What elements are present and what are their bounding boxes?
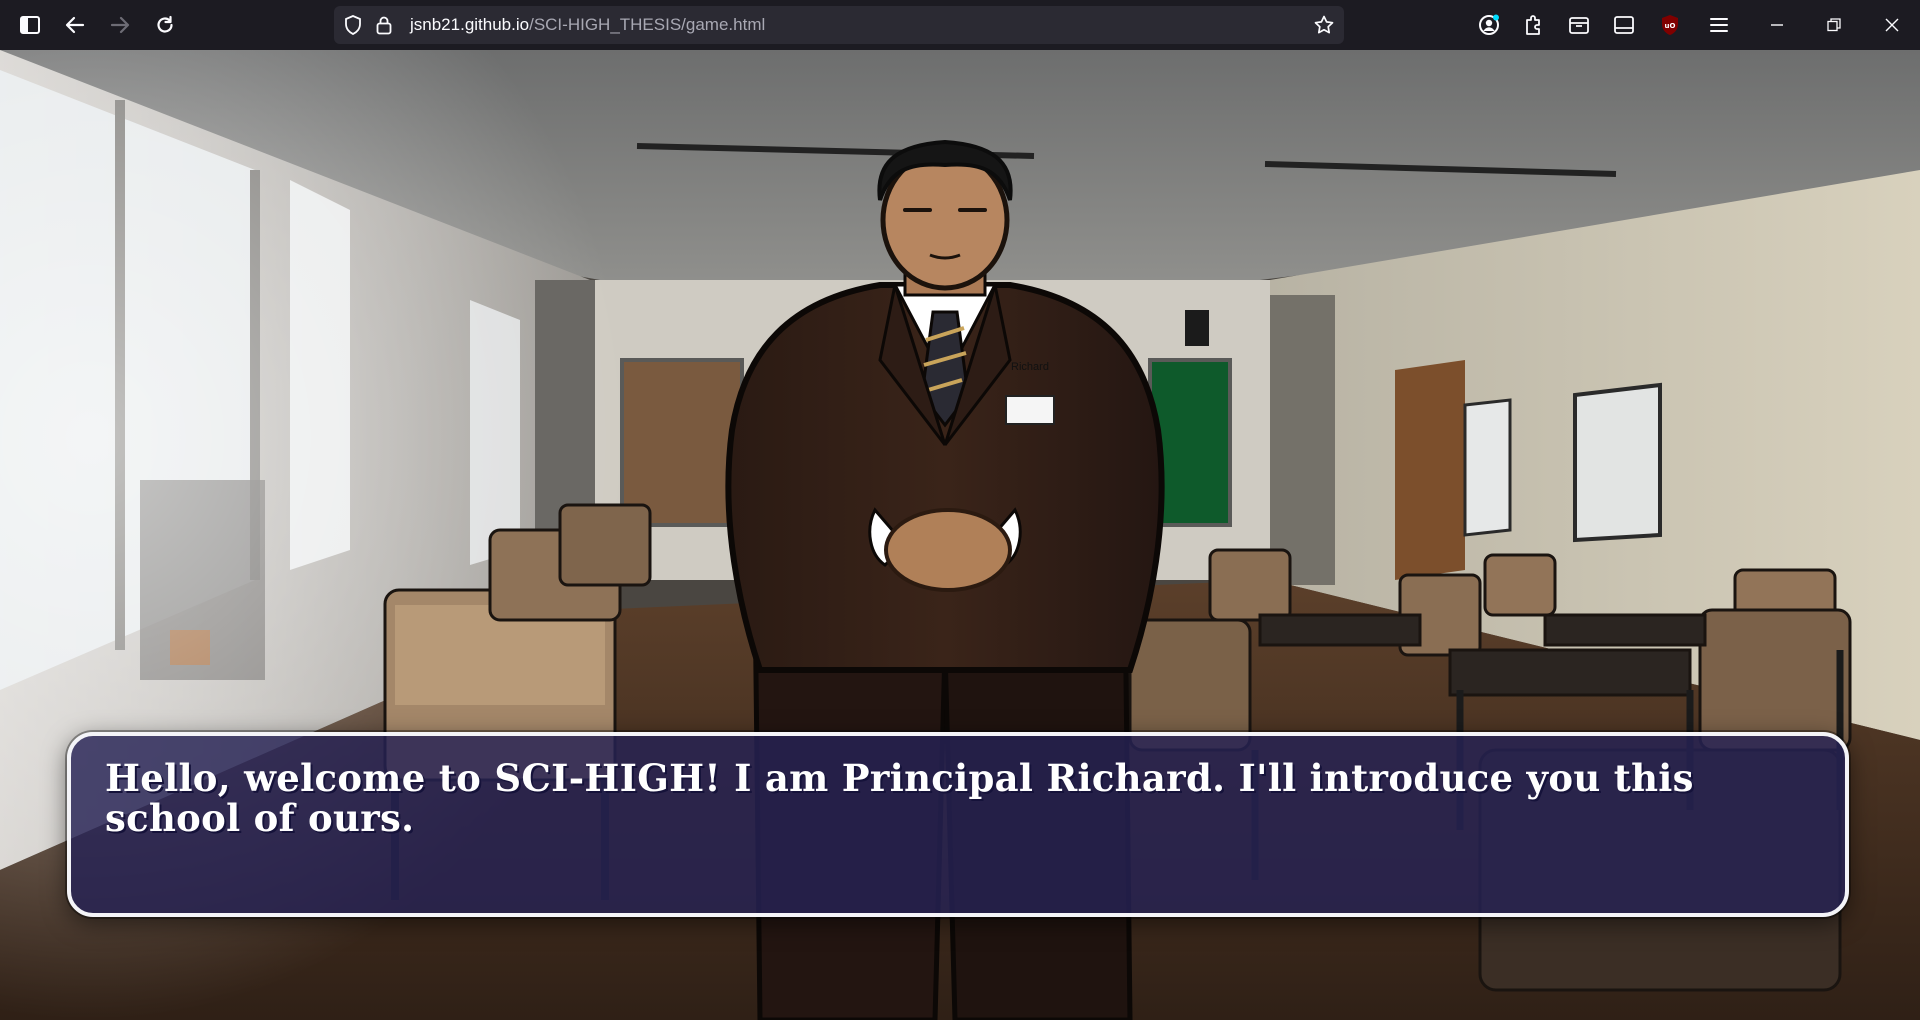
lock-icon[interactable] xyxy=(376,15,392,40)
menu-icon[interactable] xyxy=(1703,9,1735,41)
back-icon[interactable] xyxy=(59,9,91,41)
account-icon[interactable] xyxy=(1473,9,1505,41)
url-host: jsnb21.github.io xyxy=(410,15,530,34)
dialogue-text: Hello, welcome to SCI-HIGH! I am Princip… xyxy=(105,756,1694,840)
dialogue-box[interactable]: Hello, welcome to SCI-HIGH! I am Princip… xyxy=(67,732,1849,917)
tab-sidebar-icon[interactable] xyxy=(1608,9,1640,41)
url-bar[interactable]: jsnb21.github.io/SCI-HIGH_THESIS/game.ht… xyxy=(334,6,1344,44)
ublock-icon[interactable]: uO xyxy=(1654,9,1686,41)
close-icon[interactable] xyxy=(1872,9,1912,41)
bookmark-star-icon[interactable] xyxy=(1314,15,1334,40)
url-path: /SCI-HIGH_THESIS/game.html xyxy=(529,15,766,34)
minimize-icon[interactable] xyxy=(1757,9,1797,41)
container-icon[interactable] xyxy=(1563,9,1595,41)
shield-icon[interactable] xyxy=(344,15,362,40)
name-tag: Richard xyxy=(1011,361,1049,373)
browser-toolbar: jsnb21.github.io/SCI-HIGH_THESIS/game.ht… xyxy=(0,0,1920,50)
url-text[interactable]: jsnb21.github.io/SCI-HIGH_THESIS/game.ht… xyxy=(410,15,765,35)
restore-icon[interactable] xyxy=(1814,9,1854,41)
svg-text:uO: uO xyxy=(1665,22,1676,30)
sidebar-icon[interactable] xyxy=(14,9,46,41)
forward-icon[interactable] xyxy=(104,9,136,41)
game-canvas[interactable]: Richard Hello, welcome to SCI-HIGH! I am… xyxy=(0,50,1920,1020)
reload-icon[interactable] xyxy=(149,9,181,41)
extensions-icon[interactable] xyxy=(1518,9,1550,41)
